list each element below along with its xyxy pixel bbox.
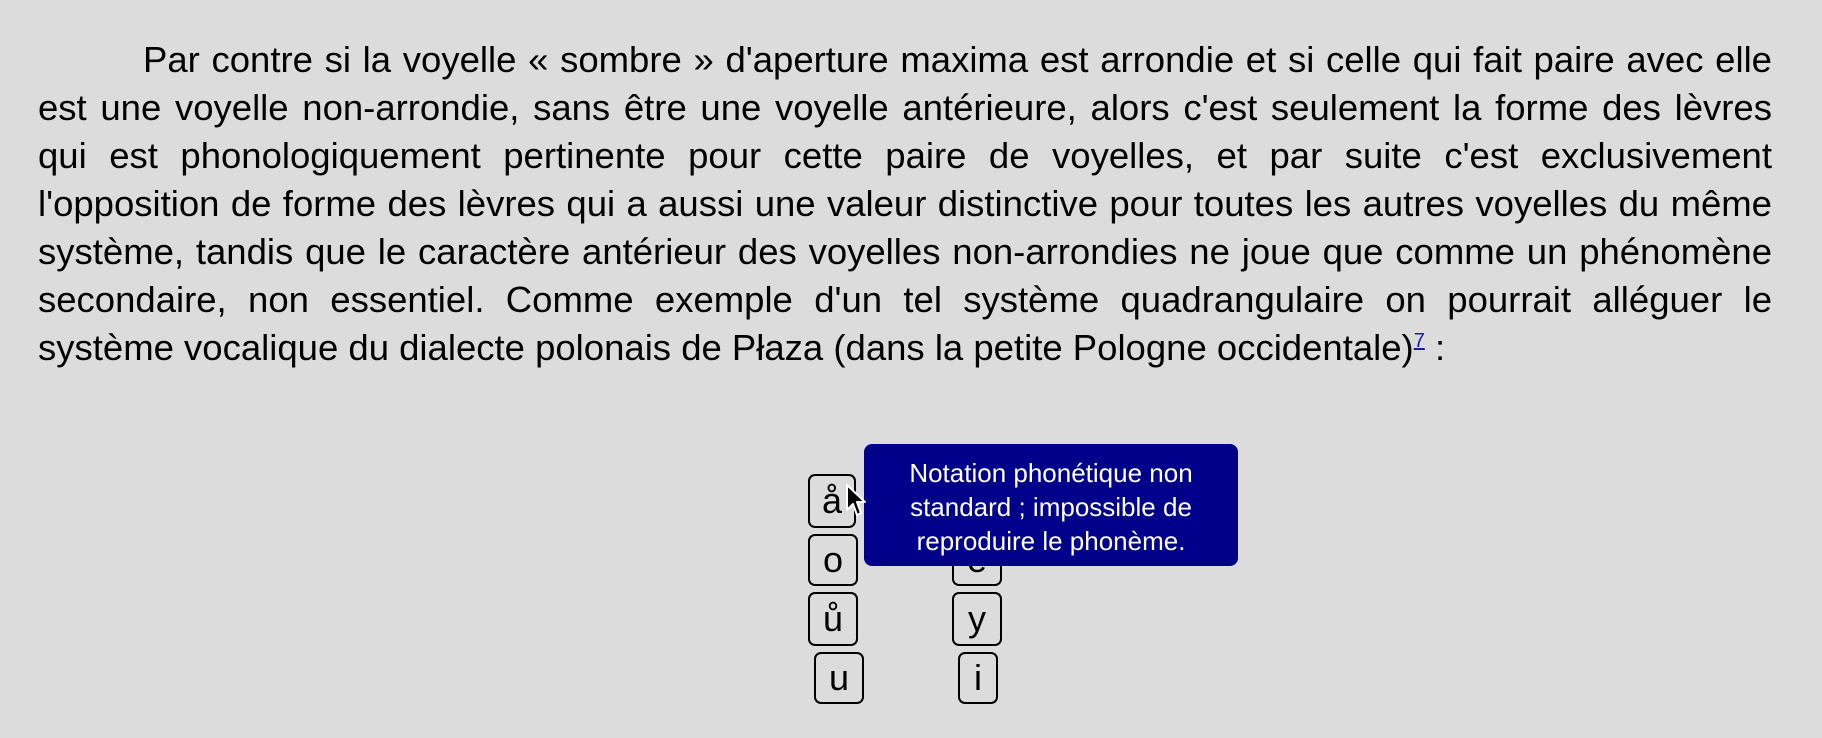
paragraph-end: : [1424,327,1446,368]
body-paragraph: Par contre si la voyelle « sombre » d'ap… [38,36,1772,372]
footnote-link[interactable]: 7 [1414,330,1425,352]
vowel-y[interactable]: y [952,592,1002,646]
notation-tooltip: Notation phonétique non standard ; impos… [864,444,1238,566]
vowel-o[interactable]: o [808,534,858,586]
paragraph-text: Par contre si la voyelle « sombre » d'ap… [38,39,1772,368]
vowel-u[interactable]: u [814,652,864,704]
vowel-u-ring[interactable]: ů [808,592,858,646]
vowel-a-ring[interactable]: å [808,474,856,528]
vowel-i[interactable]: i [958,652,998,704]
